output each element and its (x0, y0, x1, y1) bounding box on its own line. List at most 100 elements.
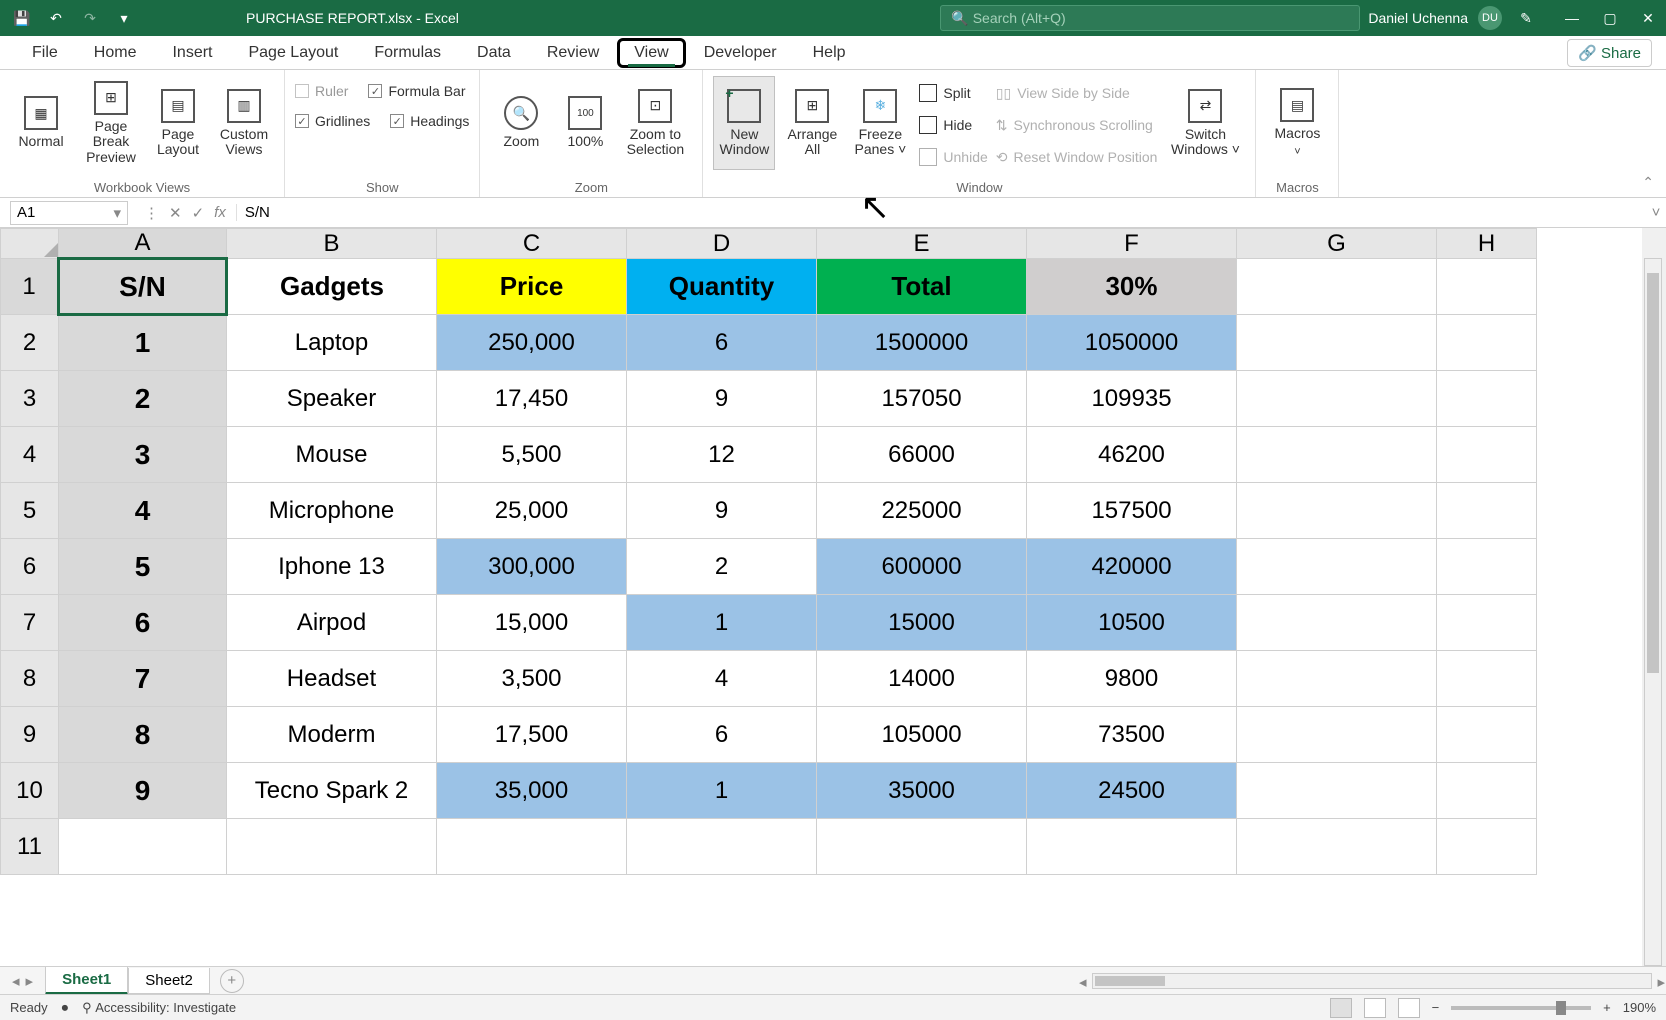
cell[interactable]: 1050000 (1027, 315, 1237, 371)
cell[interactable] (1437, 819, 1537, 875)
cell[interactable]: 5 (59, 539, 227, 595)
page-layout-view-btn[interactable] (1364, 998, 1386, 1018)
sheet-tab-2[interactable]: Sheet2 (128, 968, 210, 994)
col-header[interactable]: C (437, 229, 627, 259)
redo-icon[interactable]: ↷ (76, 4, 104, 32)
cell[interactable]: 3 (59, 427, 227, 483)
row-header[interactable]: 1 (1, 259, 59, 315)
cell[interactable]: 8 (59, 707, 227, 763)
cell[interactable]: 4 (59, 483, 227, 539)
more-options-icon[interactable]: ⋮ (144, 204, 159, 222)
zoom-thumb[interactable] (1556, 1001, 1566, 1015)
formula-bar-checkbox[interactable]: Formula Bar (368, 76, 465, 106)
reset-window-button[interactable]: ⟲Reset Window Position (996, 142, 1158, 172)
user-name[interactable]: Daniel Uchenna (1368, 10, 1468, 26)
page-break-button[interactable]: ⊞Page Break Preview (80, 76, 142, 170)
pencil-icon[interactable]: ✎ (1512, 4, 1540, 32)
headings-checkbox[interactable]: Headings (390, 106, 469, 136)
cell[interactable] (1437, 371, 1537, 427)
tab-file[interactable]: File (14, 38, 76, 68)
cell[interactable] (1237, 427, 1437, 483)
accessibility-status[interactable]: Accessibility: Investigate (95, 1000, 236, 1015)
arrange-all-button[interactable]: ⊞Arrange All (783, 76, 841, 170)
cell[interactable]: Mouse (227, 427, 437, 483)
cell-F1[interactable]: 30% (1027, 259, 1237, 315)
cell[interactable]: 25,000 (437, 483, 627, 539)
switch-windows-button[interactable]: ⇄Switch Windows ˅ (1165, 76, 1245, 170)
cell[interactable]: 7 (59, 651, 227, 707)
hide-button[interactable]: Hide (919, 110, 987, 140)
cell[interactable] (1237, 819, 1437, 875)
row-header[interactable]: 6 (1, 539, 59, 595)
close-button[interactable]: ✕ (1638, 8, 1658, 28)
tab-page-layout[interactable]: Page Layout (230, 38, 356, 68)
cell[interactable]: Laptop (227, 315, 437, 371)
cell[interactable]: 3,500 (437, 651, 627, 707)
cell[interactable]: Airpod (227, 595, 437, 651)
col-header[interactable]: F (1027, 229, 1237, 259)
search-input[interactable]: 🔍 Search (Alt+Q) (940, 5, 1360, 31)
undo-icon[interactable]: ↶ (42, 4, 70, 32)
cell[interactable] (1237, 371, 1437, 427)
zoom-in-icon[interactable]: + (1603, 1000, 1611, 1015)
cell[interactable]: 17,450 (437, 371, 627, 427)
row-header[interactable]: 8 (1, 651, 59, 707)
cell[interactable] (817, 819, 1027, 875)
cell[interactable]: Microphone (227, 483, 437, 539)
cell-D1[interactable]: Quantity (627, 259, 817, 315)
sync-scroll-button[interactable]: ⇅Synchronous Scrolling (996, 110, 1158, 140)
unhide-button[interactable]: Unhide (919, 142, 987, 172)
col-header[interactable]: H (1437, 229, 1537, 259)
tab-review[interactable]: Review (529, 38, 617, 68)
new-window-button[interactable]: +New Window (713, 76, 775, 170)
cell[interactable]: 4 (627, 651, 817, 707)
cell[interactable] (1237, 483, 1437, 539)
fx-icon[interactable]: fx (214, 204, 226, 221)
cell[interactable] (1437, 315, 1537, 371)
cell[interactable]: 24500 (1027, 763, 1237, 819)
cell[interactable] (1237, 763, 1437, 819)
cell[interactable] (1237, 259, 1437, 315)
page-break-view-btn[interactable] (1398, 998, 1420, 1018)
prev-sheet-icon[interactable]: ◂ (12, 972, 20, 990)
cell[interactable]: 9 (627, 371, 817, 427)
col-header[interactable]: G (1237, 229, 1437, 259)
zoom-level[interactable]: 190% (1623, 1000, 1656, 1015)
col-header[interactable]: A (59, 229, 227, 259)
row-header[interactable]: 2 (1, 315, 59, 371)
cell[interactable]: 157050 (817, 371, 1027, 427)
cell[interactable]: 12 (627, 427, 817, 483)
save-icon[interactable]: 💾 (8, 4, 36, 32)
cell[interactable]: 14000 (817, 651, 1027, 707)
row-header[interactable]: 10 (1, 763, 59, 819)
macros-button[interactable]: ▤Macros˅ (1266, 76, 1328, 170)
customize-qat-icon[interactable]: ▾ (110, 4, 138, 32)
tab-insert[interactable]: Insert (154, 38, 230, 68)
cell[interactable]: Moderm (227, 707, 437, 763)
new-sheet-button[interactable]: + (220, 969, 244, 993)
next-sheet-icon[interactable]: ▸ (26, 972, 34, 990)
cell[interactable]: 2 (59, 371, 227, 427)
cell[interactable]: 9800 (1027, 651, 1237, 707)
cell[interactable] (1437, 483, 1537, 539)
col-header[interactable]: D (627, 229, 817, 259)
cell[interactable]: 17,500 (437, 707, 627, 763)
zoom-out-icon[interactable]: − (1432, 1000, 1440, 1015)
row-header[interactable]: 5 (1, 483, 59, 539)
cell[interactable]: 1 (59, 315, 227, 371)
cell[interactable] (1027, 819, 1237, 875)
cell[interactable] (1437, 259, 1537, 315)
cell-C1[interactable]: Price (437, 259, 627, 315)
cell[interactable] (227, 819, 437, 875)
name-box[interactable]: A1▾ (10, 201, 128, 225)
cell[interactable]: Iphone 13 (227, 539, 437, 595)
cell[interactable]: 6 (627, 315, 817, 371)
formula-input[interactable]: S/N (236, 204, 1646, 221)
cell[interactable] (1237, 315, 1437, 371)
zoom-100-button[interactable]: 100100% (560, 76, 610, 170)
collapse-ribbon-icon[interactable]: ⌃ (1630, 168, 1666, 197)
page-layout-button[interactable]: ▤Page Layout (150, 76, 206, 170)
cell[interactable]: 109935 (1027, 371, 1237, 427)
cell[interactable]: 2 (627, 539, 817, 595)
cell[interactable]: 225000 (817, 483, 1027, 539)
